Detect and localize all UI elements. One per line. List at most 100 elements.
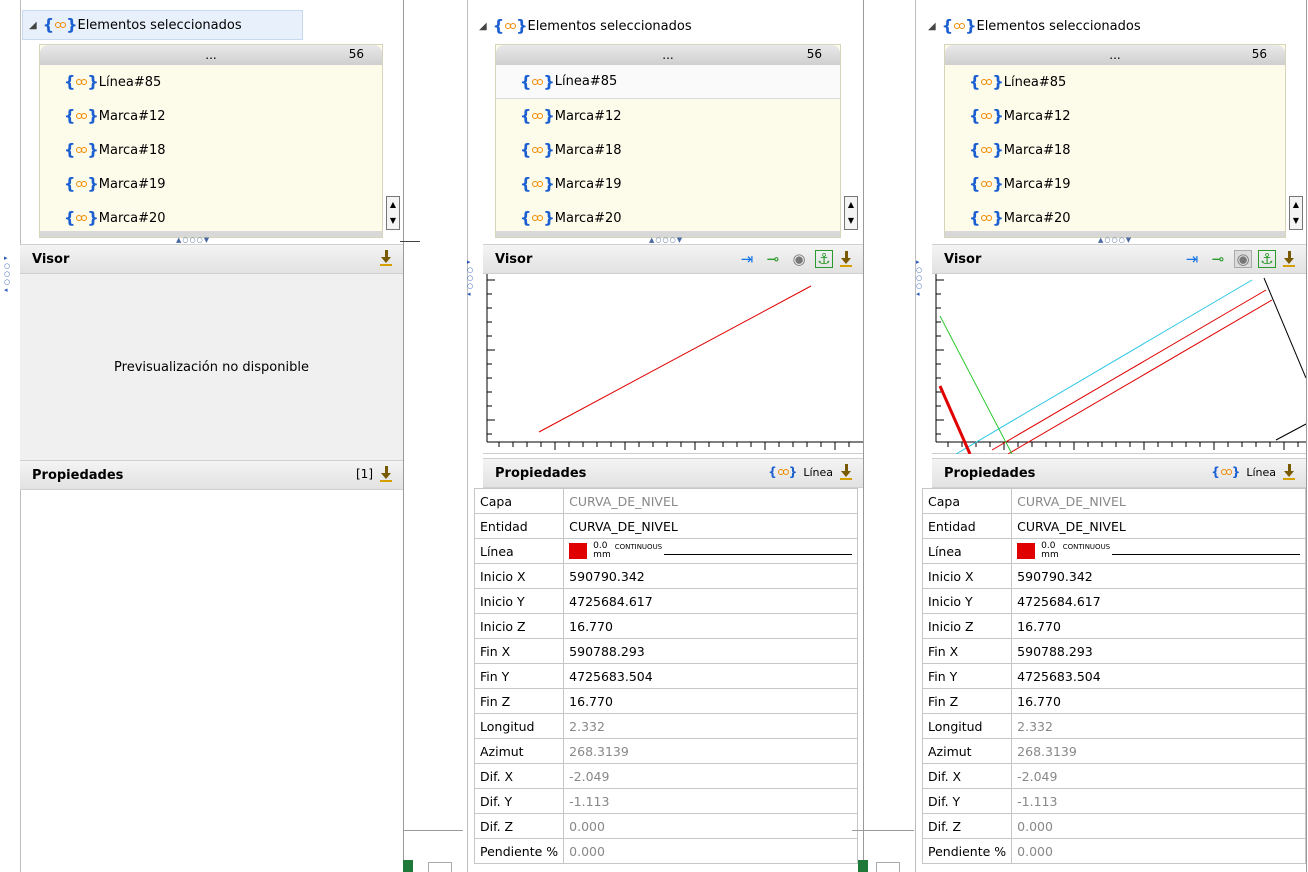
list-item[interactable]: {} Línea#85 xyxy=(40,65,382,99)
pager-dots[interactable]: ▲○○○▼ xyxy=(649,236,683,244)
pager-dots[interactable]: ▲○○○▼ xyxy=(1098,236,1132,244)
property-value[interactable]: 2.332 xyxy=(563,713,858,739)
property-value[interactable]: 268.3139 xyxy=(563,738,858,764)
property-value[interactable]: 590788.293 xyxy=(1011,638,1306,664)
property-value[interactable]: 4725683.504 xyxy=(1011,663,1306,689)
property-value[interactable]: 0.000 xyxy=(563,838,858,864)
property-value[interactable]: 16.770 xyxy=(1011,613,1306,639)
eye-sigma-icon[interactable]: ◉ xyxy=(1234,250,1252,268)
property-value[interactable]: CURVA_DE_NIVEL xyxy=(563,513,858,539)
property-value[interactable]: 2.332 xyxy=(1011,713,1306,739)
tree-root-label: Elementos seleccionados xyxy=(976,18,1141,34)
line-color-swatch[interactable] xyxy=(1017,543,1036,559)
property-key: Fin Y xyxy=(921,663,1013,689)
property-value[interactable]: 4725683.504 xyxy=(563,663,858,689)
panel-left-edge xyxy=(467,0,468,872)
list-item-label: Marca#20 xyxy=(1003,210,1071,226)
line-weight: 0.0 mm xyxy=(593,542,611,560)
viewer-canvas[interactable] xyxy=(483,274,863,454)
list-item[interactable]: {} Marca#18 xyxy=(945,133,1285,167)
selection-count-badge: [1] xyxy=(356,467,373,481)
property-value[interactable]: 268.3139 xyxy=(1011,738,1306,764)
property-row: Entidad CURVA_DE_NIVEL xyxy=(473,513,858,539)
tree-root[interactable]: ◢ {} Elementos seleccionados xyxy=(22,10,303,40)
pager-dots[interactable]: ▲○○○▼ xyxy=(176,236,210,244)
list-item[interactable]: {} Marca#12 xyxy=(40,99,382,133)
property-value[interactable]: 590788.293 xyxy=(563,638,858,664)
property-value[interactable]: 4725684.617 xyxy=(1011,588,1306,614)
side-collapse-handle[interactable]: ▸ ○ ○ ○ ◂ xyxy=(916,258,922,298)
panel-right-edge xyxy=(863,0,864,872)
list-item[interactable]: {} Marca#20 xyxy=(496,201,840,235)
list-item[interactable]: {} Línea#85 xyxy=(945,65,1285,99)
list-item[interactable]: {} Marca#12 xyxy=(496,99,840,133)
download-icon[interactable] xyxy=(839,463,853,481)
collapse-icon[interactable]: ◢ xyxy=(479,21,487,32)
property-row: Dif. Y -1.113 xyxy=(473,788,858,814)
anchor-icon[interactable]: ⚓ xyxy=(815,250,833,268)
property-value[interactable]: CURVA_DE_NIVEL xyxy=(563,488,858,514)
element-group-icon: {} xyxy=(42,15,78,34)
list-item[interactable]: {} Marca#19 xyxy=(40,167,382,201)
property-value[interactable]: 0.0 mm CONTINUOUS xyxy=(563,538,858,564)
exit-icon[interactable]: ⇥ xyxy=(737,249,757,269)
download-icon[interactable] xyxy=(379,465,393,483)
selection-list[interactable]: ... 56 {} Línea#85 {} Marca#12 {} Marca#18 … xyxy=(39,44,383,238)
list-item[interactable]: {} Marca#19 xyxy=(945,167,1285,201)
selection-list[interactable]: ... 56 {} Línea#85 {} Marca#12 {} Marca#18 … xyxy=(495,44,841,238)
download-icon[interactable] xyxy=(1282,250,1296,268)
pin-icon[interactable]: ⊸ xyxy=(763,249,783,269)
scroll-buttons[interactable]: ▲ ▼ xyxy=(386,196,400,230)
list-header-ellipsis: ... xyxy=(662,48,674,62)
property-key: Dif. Z xyxy=(473,813,565,839)
exit-icon[interactable]: ⇥ xyxy=(1182,249,1202,269)
list-item[interactable]: {} Marca#20 xyxy=(945,201,1285,235)
download-icon[interactable] xyxy=(379,249,393,267)
selection-list[interactable]: ... 56 {} Línea#85 {} Marca#12 {} Marca#18 … xyxy=(944,44,1286,238)
property-value[interactable]: 16.770 xyxy=(563,688,858,714)
property-row: Longitud 2.332 xyxy=(921,713,1306,739)
line-color-swatch[interactable] xyxy=(569,543,588,559)
property-value[interactable]: CURVA_DE_NIVEL xyxy=(1011,488,1306,514)
tree-root[interactable]: ◢ {} Elementos seleccionados xyxy=(479,12,692,40)
splitter-mark xyxy=(400,241,420,242)
property-value[interactable]: -1.113 xyxy=(563,788,858,814)
line-type-preview xyxy=(664,553,852,555)
pin-icon[interactable]: ⊸ xyxy=(1208,249,1228,269)
property-key: Inicio Y xyxy=(473,588,565,614)
property-value[interactable]: 0.000 xyxy=(1011,813,1306,839)
property-row: Dif. Z 0.000 xyxy=(473,813,858,839)
viewer-canvas[interactable] xyxy=(932,274,1307,455)
property-value[interactable]: 0.000 xyxy=(1011,838,1306,864)
viewer-unavailable-text: Previsualización no disponible xyxy=(114,359,309,375)
collapse-icon[interactable]: ◢ xyxy=(29,20,37,31)
property-value[interactable]: 0.0 mm CONTINUOUS xyxy=(1011,538,1306,564)
property-value[interactable]: 16.770 xyxy=(1011,688,1306,714)
list-item[interactable]: {} Marca#18 xyxy=(40,133,382,167)
property-value[interactable]: -2.049 xyxy=(1011,763,1306,789)
download-icon[interactable] xyxy=(1282,463,1296,481)
scroll-buttons[interactable]: ▲ ▼ xyxy=(844,196,858,230)
download-icon[interactable] xyxy=(839,250,853,268)
anchor-icon[interactable]: ⚓ xyxy=(1258,250,1276,268)
list-item[interactable]: {} Marca#19 xyxy=(496,167,840,201)
property-value[interactable]: 0.000 xyxy=(563,813,858,839)
list-item[interactable]: {} Marca#12 xyxy=(945,99,1285,133)
property-value[interactable]: CURVA_DE_NIVEL xyxy=(1011,513,1306,539)
side-collapse-handle[interactable]: ▸ ○ ○ ○ ◂ xyxy=(4,254,10,294)
property-value[interactable]: -1.113 xyxy=(1011,788,1306,814)
list-item[interactable]: {} Marca#20 xyxy=(40,201,382,235)
property-value[interactable]: 590790.342 xyxy=(563,563,858,589)
property-value[interactable]: 16.770 xyxy=(563,613,858,639)
property-row: Inicio Z 16.770 xyxy=(473,613,858,639)
tree-root[interactable]: ◢ {} Elementos seleccionados xyxy=(928,12,1141,40)
property-value[interactable]: 4725684.617 xyxy=(563,588,858,614)
list-item[interactable]: {} Marca#18 xyxy=(496,133,840,167)
property-value[interactable]: -2.049 xyxy=(563,763,858,789)
eye-sigma-icon[interactable]: ◉ xyxy=(789,249,809,269)
scroll-buttons[interactable]: ▲ ▼ xyxy=(1289,196,1303,230)
side-collapse-handle[interactable]: ▸ ○ ○ ○ ◂ xyxy=(467,258,473,298)
collapse-icon[interactable]: ◢ xyxy=(928,21,936,32)
property-value[interactable]: 590790.342 xyxy=(1011,563,1306,589)
list-item-selected[interactable]: {} Línea#85 xyxy=(496,65,840,99)
